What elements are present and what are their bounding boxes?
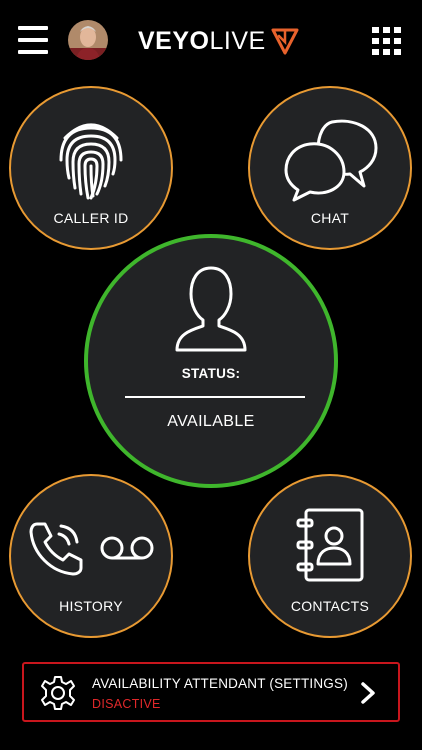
status-value: AVAILABLE — [167, 413, 255, 430]
logo-triangle-icon — [271, 28, 299, 55]
availability-attendant-settings-button[interactable]: AVAILABILITY ATTENDANT (SETTINGS) DISACT… — [22, 662, 400, 722]
logo-sub-text: LIVE — [209, 27, 266, 55]
contacts-button[interactable]: CONTACTS — [248, 474, 412, 638]
veyo-live-logo: VEYOLIVE — [138, 24, 300, 58]
voicemail-icon — [100, 536, 154, 560]
chat-button[interactable]: CHAT — [248, 86, 412, 250]
history-button[interactable]: HISTORY — [9, 474, 173, 638]
caller-id-button[interactable]: CALLER ID — [9, 86, 173, 250]
chevron-right-icon — [361, 682, 375, 704]
user-avatar[interactable] — [68, 20, 108, 60]
status-button[interactable]: STATUS: AVAILABLE — [84, 234, 338, 488]
status-divider — [125, 396, 305, 398]
fingerprint-icon — [59, 123, 123, 200]
phone-icon — [29, 522, 83, 576]
history-label: HISTORY — [59, 598, 123, 614]
address-book-icon — [296, 508, 364, 582]
gear-icon — [41, 676, 75, 710]
status-title: STATUS: — [181, 366, 241, 381]
attendant-status: DISACTIVE — [92, 697, 161, 711]
logo-main-text: VEYO — [138, 27, 210, 55]
top-bar: VEYOLIVE — [0, 0, 422, 84]
attendant-title: AVAILABILITY ATTENDANT (SETTINGS) — [92, 676, 348, 691]
hamburger-menu-icon[interactable] — [18, 26, 50, 54]
user-silhouette-icon — [175, 266, 247, 352]
caller-id-label: CALLER ID — [53, 210, 129, 226]
chat-bubbles-icon — [284, 119, 378, 202]
apps-grid-icon[interactable] — [372, 27, 402, 55]
contacts-label: CONTACTS — [290, 598, 370, 614]
chat-label: CHAT — [310, 210, 350, 226]
